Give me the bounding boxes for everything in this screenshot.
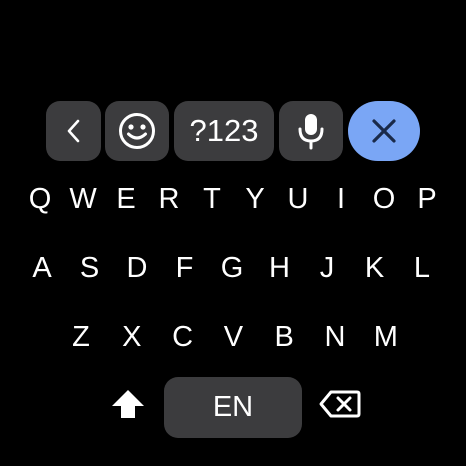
backspace-button[interactable] <box>318 386 362 422</box>
symbols-label: ?123 <box>189 113 259 148</box>
key-i[interactable]: I <box>321 179 361 219</box>
language-space-button[interactable]: EN <box>164 377 302 438</box>
key-r[interactable]: R <box>149 179 189 219</box>
key-f[interactable]: F <box>165 248 205 288</box>
language-label: EN <box>212 391 254 423</box>
key-x[interactable]: X <box>112 317 152 357</box>
chevron-left-icon <box>67 119 79 143</box>
key-b[interactable]: B <box>264 317 304 357</box>
key-v[interactable]: V <box>213 317 253 357</box>
key-w[interactable]: W <box>63 179 103 219</box>
shift-icon <box>112 390 144 418</box>
key-d[interactable]: D <box>117 248 157 288</box>
close-icon <box>372 119 396 143</box>
key-s[interactable]: S <box>70 248 110 288</box>
key-k[interactable]: K <box>355 248 395 288</box>
emoji-button[interactable] <box>105 101 169 161</box>
key-o[interactable]: O <box>364 179 404 219</box>
key-l[interactable]: L <box>402 248 442 288</box>
key-e[interactable]: E <box>106 179 146 219</box>
key-u[interactable]: U <box>278 179 318 219</box>
key-z[interactable]: Z <box>61 317 101 357</box>
key-n[interactable]: N <box>315 317 355 357</box>
key-m[interactable]: M <box>366 317 406 357</box>
key-q[interactable]: Q <box>20 179 60 219</box>
key-p[interactable]: P <box>407 179 447 219</box>
key-a[interactable]: A <box>22 248 62 288</box>
key-c[interactable]: C <box>163 317 203 357</box>
shift-button[interactable] <box>108 386 148 422</box>
back-button[interactable] <box>46 101 101 161</box>
key-g[interactable]: G <box>212 248 252 288</box>
clear-button[interactable] <box>348 101 420 161</box>
key-t[interactable]: T <box>192 179 232 219</box>
emoji-icon <box>119 113 155 149</box>
key-j[interactable]: J <box>307 248 347 288</box>
voice-input-button[interactable] <box>279 101 343 161</box>
microphone-icon <box>298 114 324 150</box>
key-y[interactable]: Y <box>235 179 275 219</box>
key-h[interactable]: H <box>260 248 300 288</box>
symbols-button[interactable]: ?123 <box>174 101 274 161</box>
backspace-icon <box>319 390 361 418</box>
